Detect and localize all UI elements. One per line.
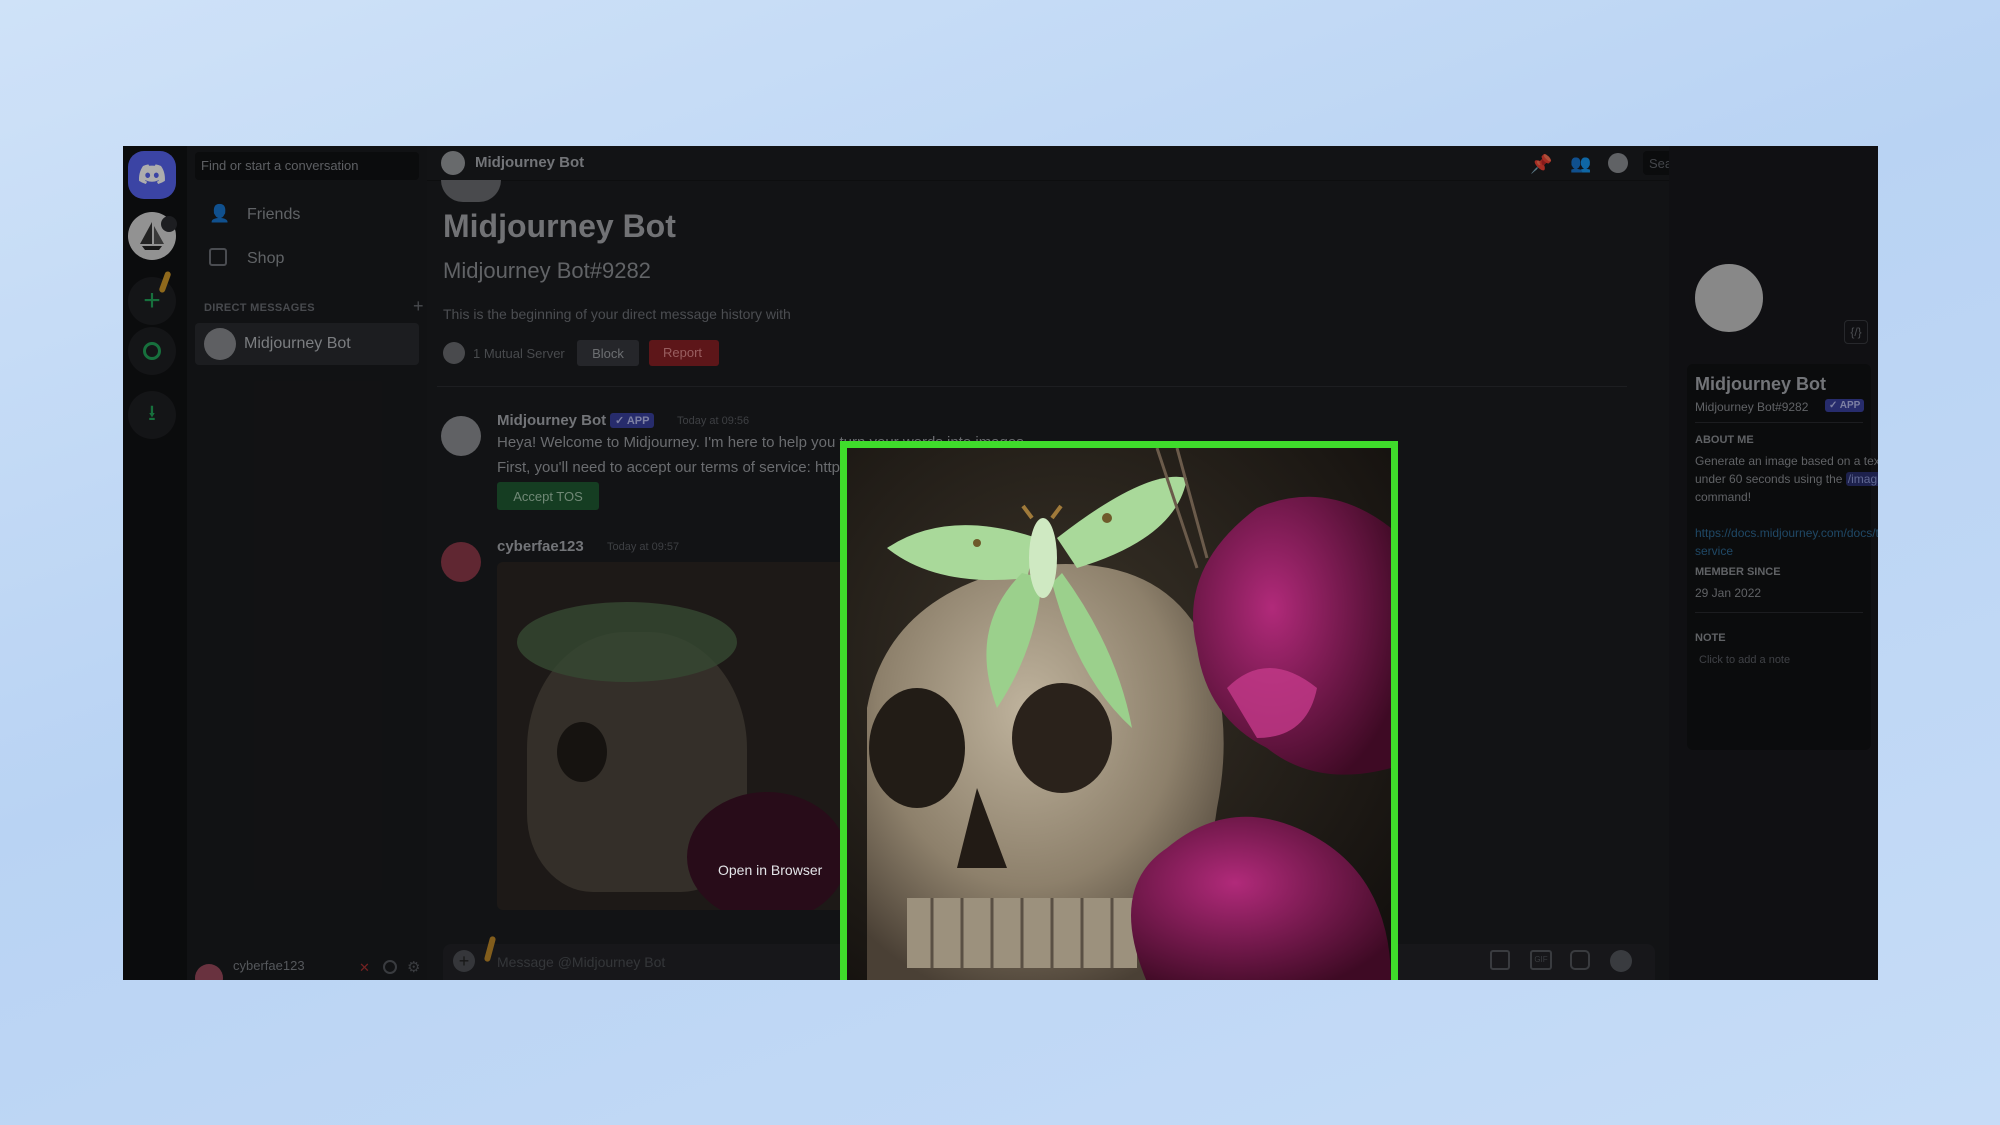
discord-window: + ⭳ Find or start a conversation 👤 Frien… (123, 146, 1878, 980)
open-in-browser-link[interactable]: Open in Browser (718, 862, 822, 878)
moth-skull-image (847, 448, 1391, 980)
lightbox-image[interactable] (840, 441, 1398, 980)
